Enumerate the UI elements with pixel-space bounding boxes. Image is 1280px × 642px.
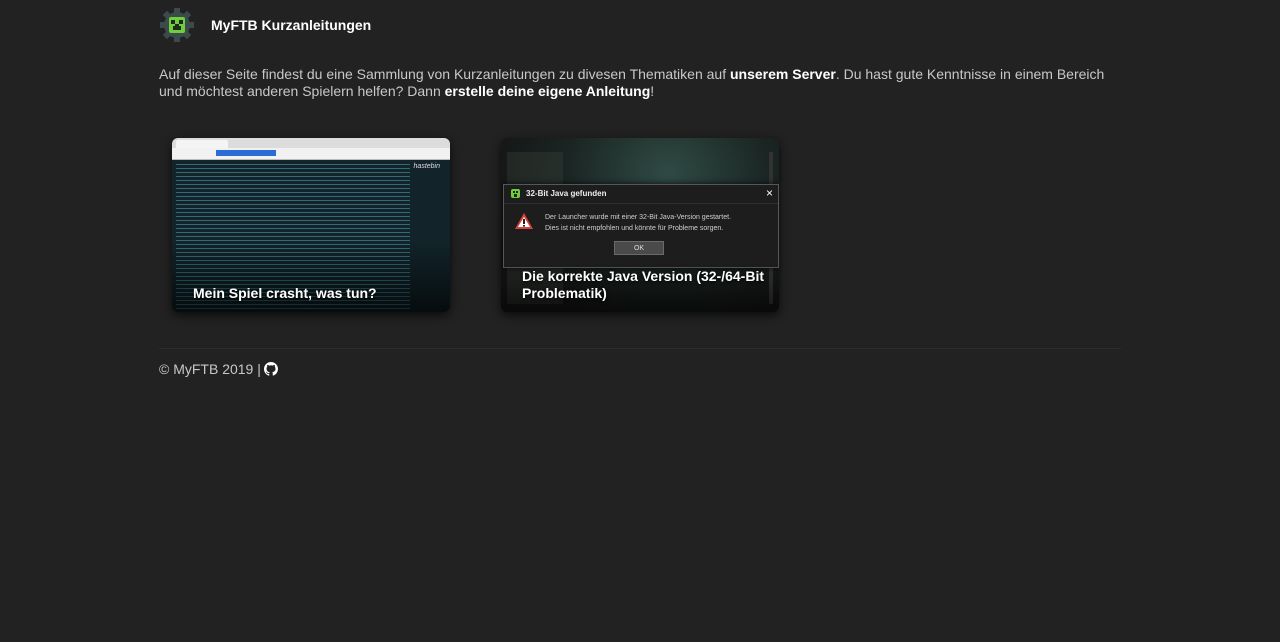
dialog-message-line-2: Dies ist nicht empfohlen und könnte für … [545, 225, 724, 232]
github-icon[interactable] [263, 362, 278, 376]
create-guide-link[interactable]: erstelle deine eigene Anleitung [445, 83, 651, 99]
thumb-browser-url [216, 150, 276, 156]
card-title[interactable]: Mein Spiel crasht, was tun? [193, 285, 436, 302]
footer: © MyFTB 2019 | [159, 361, 278, 377]
dialog-header: 32-Bit Java gefunden × [504, 185, 778, 204]
footer-divider [159, 348, 1121, 349]
intro-text-part-1: Auf dieser Seite findest du eine Sammlun… [159, 66, 730, 82]
card-title[interactable]: Die korrekte Java Version (32-/64-Bit Pr… [522, 268, 765, 302]
launcher-app-icon [511, 189, 520, 198]
warning-icon [515, 213, 533, 229]
guide-card-java-version[interactable]: 32-Bit Java gefunden × Der Launcher wurd… [501, 138, 779, 312]
dialog-title: 32-Bit Java gefunden [526, 189, 607, 198]
brand[interactable]: MyFTB Kurzanleitungen [159, 7, 371, 43]
footer-copyright: © MyFTB 2019 | [159, 361, 261, 377]
intro-text-part-3: ! [650, 83, 655, 99]
java-warning-dialog: 32-Bit Java gefunden × Der Launcher wurd… [503, 184, 779, 268]
guide-card-crash[interactable]: hastebin Mein Spiel crasht, was tun? [172, 138, 450, 312]
close-icon: × [765, 186, 773, 200]
thumb-hastebin-brand: hastebin [413, 163, 440, 170]
server-strong: unserem Server [729, 66, 836, 82]
myftb-creeper-logo-icon[interactable] [159, 7, 195, 43]
intro-text: Auf dieser Seite findest du eine Sammlun… [159, 66, 1121, 100]
thumb-browser-chrome [172, 138, 450, 148]
dialog-message: Der Launcher wurde mit einer 32-Bit Java… [545, 212, 731, 234]
thumb-browser-address-bar [172, 148, 450, 160]
ok-button: OK [614, 241, 664, 255]
brand-title[interactable]: MyFTB Kurzanleitungen [211, 17, 371, 33]
thumb-browser-tab [176, 140, 228, 148]
dialog-message-line-1: Der Launcher wurde mit einer 32-Bit Java… [545, 214, 731, 221]
